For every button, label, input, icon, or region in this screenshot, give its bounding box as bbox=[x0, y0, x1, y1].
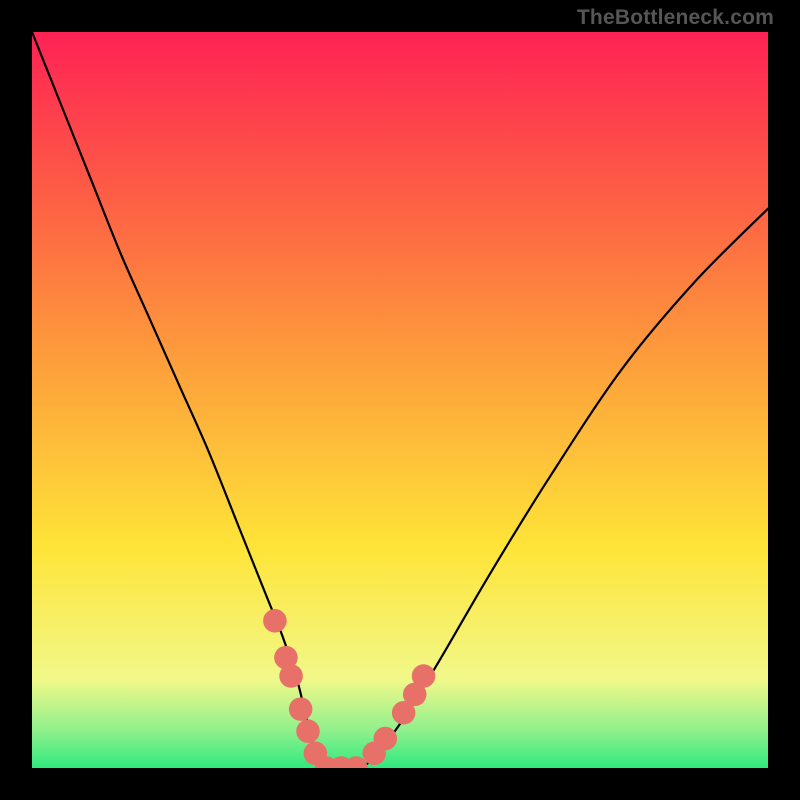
chart-svg bbox=[32, 32, 768, 768]
marker-dot bbox=[279, 664, 303, 688]
marker-dot bbox=[374, 727, 398, 751]
chart-frame: TheBottleneck.com bbox=[0, 0, 800, 800]
marker-dot bbox=[289, 697, 313, 721]
marker-dot bbox=[296, 719, 320, 743]
gradient-background bbox=[32, 32, 768, 768]
plot-area bbox=[32, 32, 768, 768]
marker-dot bbox=[263, 609, 287, 633]
watermark-text: TheBottleneck.com bbox=[577, 6, 774, 30]
marker-dot bbox=[412, 664, 436, 688]
